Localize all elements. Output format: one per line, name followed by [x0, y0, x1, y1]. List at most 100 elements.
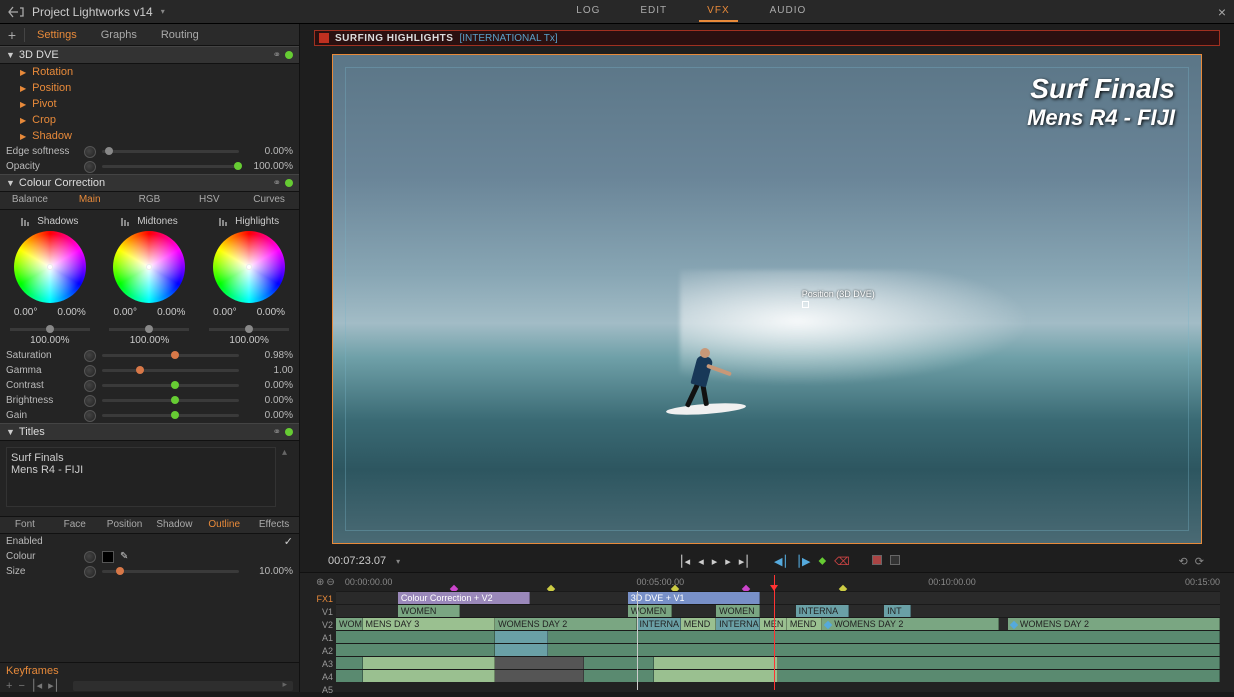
link-icon[interactable]: ⚭ — [273, 50, 281, 61]
play-icon[interactable]: ▸ — [712, 555, 718, 568]
highlights-wheel[interactable] — [213, 231, 285, 303]
in-point[interactable] — [637, 591, 638, 690]
go-start-icon[interactable]: ⎮◂ — [679, 555, 690, 568]
dve-shadow[interactable]: ▶Shadow — [0, 128, 299, 144]
clip-dve[interactable]: 3D DVE + V1 — [628, 592, 761, 604]
midtones-wheel[interactable] — [113, 231, 185, 303]
overlay-a-icon[interactable] — [872, 555, 882, 565]
link-icon[interactable]: ⚭ — [273, 427, 281, 438]
enable-dot-icon[interactable] — [285, 179, 293, 187]
dve-rotation[interactable]: ▶Rotation — [0, 64, 299, 80]
step-back-icon[interactable]: ◂ — [698, 555, 704, 568]
kf-add-icon[interactable]: + — [6, 680, 12, 692]
shadows-wheel[interactable] — [14, 231, 86, 303]
title-text-input[interactable]: Surf Finals Mens R4 - FIJI — [6, 447, 276, 507]
close-icon[interactable]: × — [1218, 4, 1226, 20]
transport-bar: 00:07:23.07 ▾ ⎮◂ ◂ ▸ ▸ ▸⎮ ◀⎮ ⎮▶ ⬥ ⌫ — [314, 550, 1220, 572]
edge-softness-knob[interactable] — [84, 146, 96, 158]
opacity-knob[interactable] — [84, 161, 96, 173]
cc-tab-hsv[interactable]: HSV — [179, 192, 239, 209]
kf-remove-icon[interactable]: − — [18, 680, 24, 692]
video-viewer[interactable]: Position (3D DVE) Surf Finals Mens R4 - … — [332, 54, 1202, 544]
label-v2[interactable]: V2 — [308, 619, 336, 632]
tab-edit[interactable]: EDIT — [632, 1, 675, 22]
tab-graphs[interactable]: Graphs — [89, 26, 149, 44]
label-a4[interactable]: A4 — [308, 671, 336, 684]
cc-tab-balance[interactable]: Balance — [0, 192, 60, 209]
titles-tab-outline[interactable]: Outline — [199, 517, 249, 533]
go-end-icon[interactable]: ▸⎮ — [739, 555, 750, 568]
colour-swatch[interactable] — [102, 551, 114, 563]
clip-cc[interactable]: Colour Correction + V2 — [398, 592, 531, 604]
titles-tab-face[interactable]: Face — [50, 517, 100, 533]
midtones-slider[interactable] — [109, 328, 189, 331]
label-v1[interactable]: V1 — [308, 606, 336, 619]
edge-softness-slider[interactable] — [102, 150, 239, 153]
enable-dot-icon[interactable] — [285, 428, 293, 436]
tab-routing[interactable]: Routing — [149, 26, 211, 44]
keyframes-bar: Keyframes + − ⎮◂ ▸⎮ ▸ — [0, 662, 299, 692]
highlights-slider[interactable] — [209, 328, 289, 331]
step-fwd-icon[interactable]: ▸ — [725, 555, 731, 568]
zoom-icons[interactable]: ⊕⊖ — [316, 577, 337, 588]
kf-prev-icon[interactable]: ⎮◂ — [31, 679, 42, 692]
track-v1[interactable]: WOMEN WOMEN WOMEN INTERNA INT — [336, 604, 1220, 617]
tab-vfx[interactable]: VFX — [699, 1, 737, 22]
opacity-slider[interactable] — [102, 165, 239, 168]
label-a3[interactable]: A3 — [308, 658, 336, 671]
title-overlay: Surf Finals Mens R4 - FIJI — [1027, 73, 1175, 131]
section-colour-correction[interactable]: ▼ Colour Correction ⚭ — [0, 174, 299, 192]
timeline-ruler[interactable]: ⊕⊖ 00:00:00.00 00:05:00.00 00:10:00.00 0… — [336, 575, 1220, 591]
keyframe-track[interactable]: ▸ — [73, 681, 293, 691]
enable-dot-icon[interactable] — [285, 51, 293, 59]
pencil-icon[interactable]: ✎ — [120, 551, 128, 562]
titles-tab-position[interactable]: Position — [100, 517, 150, 533]
dve-pivot[interactable]: ▶Pivot — [0, 96, 299, 112]
tab-log[interactable]: LOG — [568, 1, 608, 22]
section-titles[interactable]: ▼ Titles ⚭ — [0, 423, 299, 441]
kf-next-icon[interactable]: ▸⎮ — [48, 679, 59, 692]
label-a1[interactable]: A1 — [308, 632, 336, 645]
add-effect-button[interactable]: + — [0, 27, 24, 43]
mark-out-icon[interactable]: ⎮▶ — [796, 555, 810, 568]
section-3d-dve[interactable]: ▼ 3D DVE ⚭ — [0, 46, 299, 64]
shadows-slider[interactable] — [10, 328, 90, 331]
titles-tab-effects[interactable]: Effects — [249, 517, 299, 533]
scroll-up-icon[interactable]: ▴ — [282, 447, 287, 458]
kf-chevron-icon[interactable]: ▸ — [282, 679, 287, 690]
label-fx1[interactable]: FX1 — [308, 593, 336, 606]
tab-audio[interactable]: AUDIO — [762, 1, 815, 22]
link-icon[interactable]: ⚭ — [273, 178, 281, 189]
track-a3[interactable] — [336, 656, 1220, 669]
overlay-b-icon[interactable] — [890, 555, 900, 565]
label-a5[interactable]: A5 — [308, 684, 336, 697]
label-a2[interactable]: A2 — [308, 645, 336, 658]
record-indicator-icon — [319, 33, 329, 43]
titles-tab-font[interactable]: Font — [0, 517, 50, 533]
back-icon[interactable] — [8, 5, 24, 19]
cc-tab-curves[interactable]: Curves — [239, 192, 299, 209]
mark-in-icon[interactable]: ◀⎮ — [774, 555, 788, 568]
track-a2[interactable] — [336, 643, 1220, 656]
position-marker[interactable]: Position (3D DVE) — [802, 289, 875, 308]
loop-icon[interactable]: ⟲ ⟳ — [1179, 555, 1207, 568]
titles-subtabs: Font Face Position Shadow Outline Effect… — [0, 516, 299, 534]
colour-wheels: Shadows 0.00°0.00% 100.00% Midtones 0.00… — [0, 210, 299, 348]
titles-tab-shadow[interactable]: Shadow — [149, 517, 199, 533]
track-fx1[interactable]: Colour Correction + V2 3D DVE + V1 — [336, 591, 1220, 604]
marker-icon[interactable]: ⬥ — [818, 555, 826, 568]
dve-position[interactable]: ▶Position — [0, 80, 299, 96]
track-a4[interactable] — [336, 669, 1220, 682]
delete-icon[interactable]: ⌫ — [834, 555, 850, 568]
tab-settings[interactable]: Settings — [25, 26, 89, 44]
cc-tab-main[interactable]: Main — [60, 192, 120, 209]
cc-tab-rgb[interactable]: RGB — [120, 192, 180, 209]
check-icon[interactable]: ✓ — [284, 535, 293, 548]
saturation-row: Saturation0.98% — [0, 348, 299, 363]
tc-menu-icon[interactable]: ▾ — [396, 557, 400, 566]
size-row: Size10.00% — [0, 564, 299, 579]
track-a1[interactable] — [336, 630, 1220, 643]
track-v2[interactable]: WOM MENS DAY 3 WOMENS DAY 2 INTERNA MEND… — [336, 617, 1220, 630]
dve-crop[interactable]: ▶Crop — [0, 112, 299, 128]
playhead[interactable] — [774, 575, 775, 690]
